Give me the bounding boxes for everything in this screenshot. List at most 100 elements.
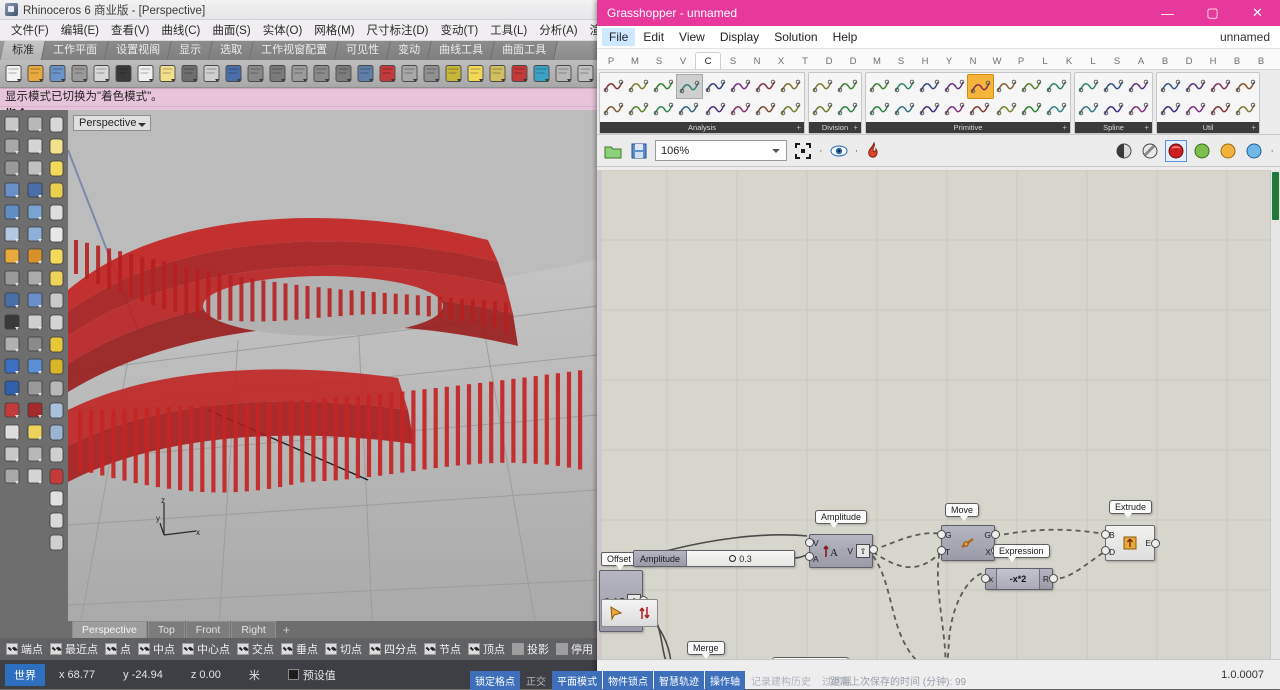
open-file-icon[interactable] <box>25 63 46 84</box>
ribbon-icon-division-3[interactable] <box>835 97 860 120</box>
ribbon-icon-spline-5[interactable] <box>1126 97 1151 120</box>
ribbon-icon-primitive-7[interactable] <box>942 97 967 120</box>
loft-icon[interactable] <box>25 224 46 245</box>
toolbar-tab-surfacetools[interactable]: 曲面工具 <box>490 41 559 60</box>
status-units[interactable]: 米 <box>235 667 274 683</box>
menu-item-curve[interactable]: 曲线(C) <box>156 20 205 40</box>
viewport-label[interactable]: Perspective <box>73 115 152 131</box>
rhino-osnap-bar[interactable]: 端点 最近点 点 中点 中心点 交点 垂点 切点 四分点 节点 顶点 投影 停用 <box>0 638 597 660</box>
gh-tab-18[interactable]: L <box>1033 53 1057 69</box>
ribbon-icon-analysis-3[interactable] <box>626 97 651 120</box>
status-toggle-4[interactable]: 智慧轨迹 <box>654 671 704 690</box>
rotate-view-icon[interactable] <box>333 63 354 84</box>
fillet-icon[interactable] <box>25 202 46 223</box>
port-in-a[interactable] <box>805 552 814 561</box>
pan-hand-icon[interactable] <box>201 63 222 84</box>
slider-knob-icon[interactable] <box>729 555 737 562</box>
status-toggle-2[interactable]: 平面模式 <box>552 671 602 690</box>
toolbar-tab-cplane[interactable]: 工作平面 <box>41 41 110 60</box>
mirror-icon[interactable] <box>25 400 46 421</box>
gh-menu-view[interactable]: View <box>672 28 712 46</box>
circle-icon[interactable] <box>2 202 23 223</box>
ribbon-icon-primitive-0[interactable] <box>867 74 892 97</box>
ribbon-icon-analysis-5[interactable] <box>651 97 676 120</box>
port-in-v[interactable] <box>805 538 814 547</box>
light-off-icon[interactable] <box>46 114 67 135</box>
unlock-object-icon[interactable] <box>46 312 67 333</box>
toolbar-tab-visibility[interactable]: 可见性 <box>334 41 392 60</box>
hide-objects-icon[interactable] <box>46 400 67 421</box>
osnap-5[interactable]: 交点 <box>237 641 274 657</box>
gh-tab-26[interactable]: B <box>1225 53 1249 69</box>
expression-value[interactable]: -x*2 <box>996 569 1040 589</box>
ribbon-icon-primitive-3[interactable] <box>892 97 917 120</box>
new-file-icon[interactable] <box>3 63 24 84</box>
osnap-checkbox[interactable] <box>138 643 150 655</box>
rhino-status-toggles[interactable]: 锁定格点 正交 平面模式 物件锁点 智慧轨迹 操作轴 记录建构历史 过滤器 <box>470 671 857 690</box>
menu-item-solid[interactable]: 实体(O) <box>258 20 308 40</box>
gh-tab-9[interactable]: D <box>817 53 841 69</box>
viewport-tab-add-button[interactable]: + <box>277 623 296 638</box>
gh-tab-28[interactable]: S <box>1273 53 1280 69</box>
osnap-2[interactable]: 点 <box>105 641 131 657</box>
ribbon-icon-util-4[interactable] <box>1208 74 1233 97</box>
menu-item-edit[interactable]: 编辑(E) <box>56 20 104 40</box>
zoom-window-icon[interactable] <box>267 63 288 84</box>
ribbon-icon-primitive-5[interactable] <box>917 97 942 120</box>
node-amplitude-slider[interactable]: Amplitude 0.3 <box>633 550 795 567</box>
gh-tab-8[interactable]: T <box>793 53 817 69</box>
ribbon-icon-primitive-11[interactable] <box>994 97 1019 120</box>
status-toggle-1[interactable]: 正交 <box>521 671 551 690</box>
balloon1-icon[interactable] <box>46 488 67 509</box>
osnap-12[interactable]: 停用 <box>556 641 593 657</box>
port-expr-r-out[interactable] <box>1049 574 1058 583</box>
viewport-tab-front[interactable]: Front <box>185 621 231 638</box>
osnap-checkbox[interactable] <box>424 643 436 655</box>
balloon2-icon[interactable] <box>46 510 67 531</box>
difference-icon[interactable] <box>25 334 46 355</box>
port-move-t-in[interactable] <box>937 546 946 555</box>
gh-tab-11[interactable]: M <box>865 53 889 69</box>
gh-tab-5[interactable]: S <box>721 53 745 69</box>
menu-item-mesh[interactable]: 网格(M) <box>309 20 359 40</box>
show-objects-icon[interactable] <box>46 422 67 443</box>
gh-tab-20[interactable]: L <box>1081 53 1105 69</box>
ribbon-icon-primitive-2[interactable] <box>892 74 917 97</box>
ribbon-icon-analysis-2[interactable] <box>626 74 651 97</box>
light-spot-icon[interactable] <box>46 180 67 201</box>
ribbon-icon-analysis-14[interactable] <box>778 74 803 97</box>
check-icon[interactable] <box>25 444 46 465</box>
menu-item-view[interactable]: 查看(V) <box>106 20 154 40</box>
slider-value[interactable]: 0.3 <box>687 551 794 566</box>
ribbon-icon-spline-2[interactable] <box>1101 74 1126 97</box>
osnap-checkbox[interactable] <box>281 643 293 655</box>
ribbon-icon-spline-3[interactable] <box>1101 97 1126 120</box>
curve-through-pts-icon[interactable] <box>2 180 23 201</box>
status-layer[interactable]: 预设值 <box>274 667 350 683</box>
gh-canvas[interactable]: Offset Cur Amplitude 0.3 Amplitude V A A <box>597 170 1280 660</box>
ribbon-icon-analysis-12[interactable] <box>753 74 778 97</box>
ribbon-icon-analysis-15[interactable] <box>778 97 803 120</box>
osnap-1[interactable]: 最近点 <box>50 641 98 657</box>
gh-tab-12[interactable]: S <box>889 53 913 69</box>
gh-tab-15[interactable]: N <box>961 53 985 69</box>
osnap-3[interactable]: 中点 <box>138 641 175 657</box>
zoom-target-icon[interactable] <box>311 63 332 84</box>
gh-menu-solution[interactable]: Solution <box>767 28 824 46</box>
ribbon-icon-util-0[interactable] <box>1158 74 1183 97</box>
port-move-g-out[interactable] <box>991 530 1000 539</box>
menu-item-transform[interactable]: 变动(T) <box>436 20 484 40</box>
sphere-gray-icon[interactable] <box>553 63 574 84</box>
ribbon-icon-analysis-13[interactable] <box>753 97 778 120</box>
status-toggle-5[interactable]: 操作轴 <box>705 671 745 690</box>
osnap-8[interactable]: 四分点 <box>369 641 417 657</box>
osnap-6[interactable]: 垂点 <box>281 641 318 657</box>
gh-canvas-scrollbar[interactable] <box>1270 170 1280 689</box>
select-objects-icon[interactable] <box>443 63 464 84</box>
toolbar-tab-select[interactable]: 选取 <box>208 41 255 60</box>
boolean-icon[interactable] <box>25 290 46 311</box>
gh-tab-22[interactable]: A <box>1129 53 1153 69</box>
trim-icon[interactable] <box>2 312 23 333</box>
ribbon-icon-analysis-8[interactable] <box>703 74 728 97</box>
gh-tab-10[interactable]: D <box>841 53 865 69</box>
